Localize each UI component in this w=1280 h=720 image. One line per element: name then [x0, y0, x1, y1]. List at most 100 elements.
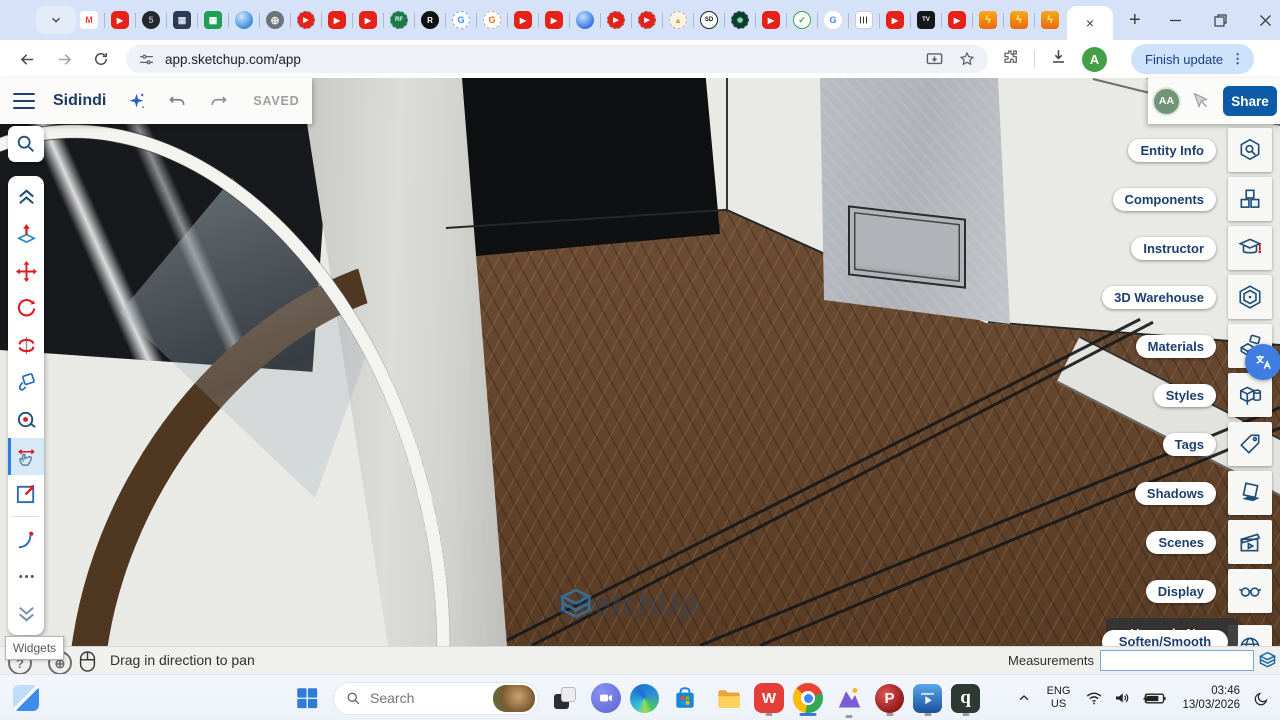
taskbar-search[interactable]: [333, 682, 539, 715]
measurements-input[interactable]: [1100, 650, 1254, 671]
redo-icon[interactable]: [208, 91, 229, 112]
panel-button-shadows[interactable]: [1228, 471, 1272, 515]
close-tab-icon[interactable]: ×: [1086, 15, 1094, 31]
pinned-tab-google-loading[interactable]: G: [452, 11, 470, 29]
site-settings-icon[interactable]: [138, 51, 155, 68]
pinned-tab-youtube-loading[interactable]: ▶: [607, 11, 625, 29]
start-button[interactable]: [290, 681, 324, 715]
menu-icon[interactable]: [13, 93, 35, 110]
tool-flip[interactable]: [8, 327, 44, 364]
pinned-tab-youtube[interactable]: ▶: [359, 11, 377, 29]
pinned-tab-youtube[interactable]: ▶: [762, 11, 780, 29]
pinned-tab-lantern[interactable]: ▲: [669, 11, 687, 29]
tool-paint[interactable]: [8, 364, 44, 401]
pinned-tab-youtube-loading[interactable]: ▶: [297, 11, 315, 29]
pinned-tab-rf-green[interactable]: RF: [390, 11, 408, 29]
url-text[interactable]: app.sketchup.com/app: [165, 52, 925, 67]
tool-collapse-down[interactable]: [8, 595, 44, 632]
taskbar-app-explorer[interactable]: [711, 681, 745, 715]
panel-button-components[interactable]: [1228, 177, 1272, 221]
pinned-tab-sheets[interactable]: ▦: [204, 11, 222, 29]
pinned-tab-black-flag[interactable]: R: [421, 11, 439, 29]
taskbar-app-task-view[interactable]: [548, 681, 582, 715]
taskbar-app-chat[interactable]: [591, 683, 621, 713]
tool-collapse-up[interactable]: [8, 179, 44, 216]
pinned-tab-gmail[interactable]: M: [80, 11, 98, 29]
tool-pan[interactable]: [8, 438, 44, 475]
taskbar-app-q-app[interactable]: q: [951, 684, 980, 713]
night-mode-icon[interactable]: [1253, 690, 1270, 707]
panel-button-display[interactable]: [1228, 569, 1272, 613]
pinned-tab-blue-circle[interactable]: [235, 11, 253, 29]
pinned-tab-youtube[interactable]: ▶: [328, 11, 346, 29]
forward-button[interactable]: [55, 50, 74, 69]
tool-move[interactable]: [8, 253, 44, 290]
panel-button-scenes[interactable]: [1228, 520, 1272, 564]
pinned-tab-globe[interactable]: ⊕: [266, 11, 284, 29]
address-bar[interactable]: app.sketchup.com/app: [126, 45, 988, 73]
model-title[interactable]: Sidindi: [53, 92, 106, 110]
panel-button-instructor[interactable]: [1228, 226, 1272, 270]
bing-daily-image[interactable]: [493, 685, 535, 712]
pinned-tab-google[interactable]: G: [824, 11, 842, 29]
browser-menu-icon[interactable]: ⋮: [1231, 51, 1244, 67]
restore-button[interactable]: [1214, 14, 1227, 27]
new-tab-button[interactable]: +: [1129, 10, 1141, 30]
pinned-tab-youtube[interactable]: ▶: [948, 11, 966, 29]
bookmark-star-icon[interactable]: [958, 50, 976, 68]
taskbar-app-p-app[interactable]: P: [875, 684, 904, 713]
minimize-button[interactable]: [1169, 14, 1182, 27]
pinned-tab-flash[interactable]: ϟ: [979, 11, 997, 29]
pinned-tab-green-chat[interactable]: ◉: [731, 11, 749, 29]
taskbar-app-wps[interactable]: W: [754, 683, 784, 713]
clock[interactable]: 03:4613/03/2026: [1182, 684, 1240, 712]
search-input[interactable]: [370, 690, 493, 706]
panel-button-entity-info[interactable]: [1228, 128, 1272, 172]
pinned-tab-tv-black[interactable]: TV: [917, 11, 935, 29]
pinned-tab-sd[interactable]: SD: [700, 11, 718, 29]
pinned-tab-youtube[interactable]: ▶: [545, 11, 563, 29]
taskbar-app-photos[interactable]: [832, 681, 866, 715]
downloads-icon[interactable]: [1049, 47, 1068, 71]
profile-avatar[interactable]: A: [1082, 47, 1107, 72]
reload-button[interactable]: [92, 50, 110, 68]
pinned-tab-green-check[interactable]: ✓: [793, 11, 811, 29]
taskbar-app-chrome[interactable]: [793, 683, 823, 713]
tray-chevron-icon[interactable]: [1016, 690, 1032, 706]
panel-button-tags[interactable]: [1228, 422, 1272, 466]
install-app-icon[interactable]: [925, 50, 944, 69]
pinned-tab-google-orange[interactable]: G: [483, 11, 501, 29]
tool-arc[interactable]: [8, 521, 44, 558]
language-indicator[interactable]: ENGUS: [1047, 685, 1071, 711]
taskbar-app-movies[interactable]: [913, 684, 942, 713]
taskbar-app-edge[interactable]: [630, 684, 659, 713]
tool-push-pull[interactable]: [8, 216, 44, 253]
active-tab[interactable]: ×: [1067, 6, 1113, 40]
pinned-tab-soundbars[interactable]: |||: [855, 11, 873, 29]
battery-charging-icon[interactable]: [1141, 691, 1167, 706]
pinned-tab-dark-swirl[interactable]: 5: [142, 11, 160, 29]
tool-more[interactable]: [8, 558, 44, 595]
pinned-tab-bing-sphere[interactable]: [576, 11, 594, 29]
wifi-icon[interactable]: [1085, 689, 1103, 707]
ai-sparkle-icon[interactable]: [126, 91, 147, 112]
share-button[interactable]: Share: [1223, 86, 1277, 116]
tab-search-button[interactable]: [36, 6, 76, 34]
volume-icon[interactable]: [1113, 689, 1131, 707]
taskbar-app-store[interactable]: [668, 681, 702, 715]
close-button[interactable]: [1259, 14, 1272, 27]
pinned-tab-youtube[interactable]: ▶: [514, 11, 532, 29]
pinned-tab-flash[interactable]: ϟ: [1041, 11, 1059, 29]
user-avatar[interactable]: AA: [1152, 87, 1181, 116]
model-viewport[interactable]: SketchUp: [0, 78, 1280, 646]
pinned-tab-flash[interactable]: ϟ: [1010, 11, 1028, 29]
translate-icon[interactable]: [1245, 344, 1280, 380]
panel-button-warehouse[interactable]: [1228, 275, 1272, 319]
taskbar-widgets-button[interactable]: [8, 682, 44, 714]
tool-tape-measure[interactable]: [8, 401, 44, 438]
pinned-tab-youtube[interactable]: ▶: [886, 11, 904, 29]
pinned-tab-youtube[interactable]: ▶: [111, 11, 129, 29]
finish-update-button[interactable]: Finish update ⋮: [1131, 44, 1254, 74]
tool-rotate[interactable]: [8, 290, 44, 327]
pinned-tab-youtube-loading[interactable]: ▶: [638, 11, 656, 29]
